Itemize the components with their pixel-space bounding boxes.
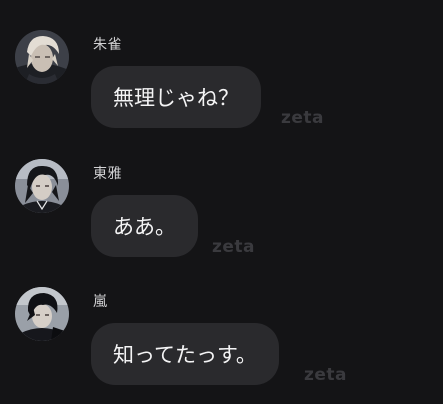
sender-name: 東雅 xyxy=(93,166,122,182)
sender-name: 嵐 xyxy=(93,294,108,310)
watermark-label: zeta xyxy=(304,365,348,385)
watermark-label: zeta xyxy=(281,108,325,128)
character-avatar-arashi-icon[interactable] xyxy=(15,287,69,341)
message-text: 知ってたっす。 xyxy=(113,343,257,367)
chat-message: 東雅 ああ。 zeta xyxy=(0,129,443,259)
watermark-label: zeta xyxy=(212,237,256,257)
message-bubble: 無理じゃね？ xyxy=(91,66,261,128)
character-avatar-suzaku-icon[interactable] xyxy=(15,30,69,84)
message-text: 無理じゃね？ xyxy=(113,86,239,110)
chat-log: 朱雀 無理じゃね？ zeta 東雅 ああ。 zeta 嵐 知ってたっす。 zet… xyxy=(0,0,443,404)
chat-message: 嵐 知ってたっす。 zeta xyxy=(0,257,443,387)
chat-message: 朱雀 無理じゃね？ zeta xyxy=(0,0,443,130)
message-bubble: 知ってたっす。 xyxy=(91,323,279,385)
message-text: ああ。 xyxy=(113,215,176,239)
message-bubble: ああ。 xyxy=(91,195,198,257)
sender-name: 朱雀 xyxy=(93,37,122,53)
character-avatar-touga-icon[interactable] xyxy=(15,159,69,213)
